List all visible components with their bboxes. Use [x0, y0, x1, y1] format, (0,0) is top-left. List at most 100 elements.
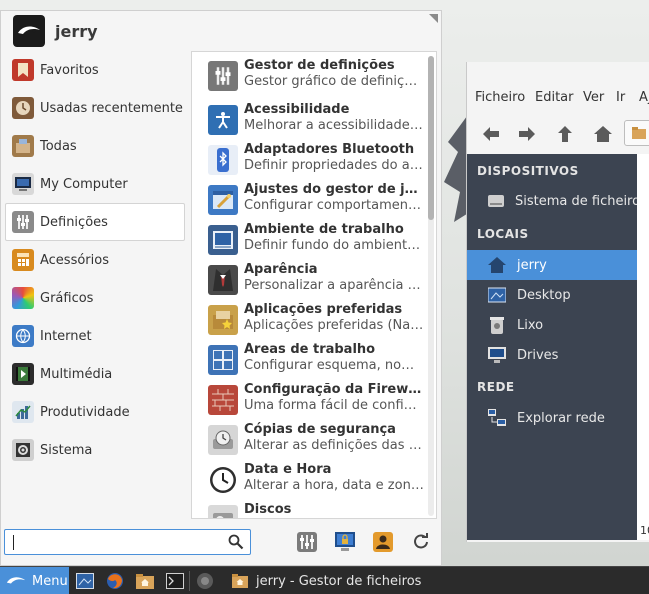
category-productivity[interactable]: Produtividade [5, 393, 185, 431]
menu-ficheiro[interactable]: Ficheiro [475, 90, 525, 105]
launcher-web-browser[interactable] [104, 570, 126, 592]
app-firewall[interactable]: Configuração da Firewall Uma forma fácil … [208, 382, 424, 422]
app-settings-manager[interactable]: Gestor de definições Gestor gráfico de de… [208, 58, 424, 98]
search-input[interactable] [9, 533, 219, 551]
launcher-terminal[interactable] [164, 570, 186, 592]
category-my-computer[interactable]: My Computer [5, 165, 185, 203]
distro-logo-icon [6, 577, 26, 584]
sidebar-item-trash[interactable]: Lixo [467, 310, 637, 340]
app-name: Aparência [244, 262, 318, 277]
network-icon [487, 409, 507, 427]
terminal-icon [166, 573, 184, 589]
sidebar-item-label: Explorar rede [517, 410, 605, 426]
up-arrow-icon[interactable] [553, 122, 577, 146]
sidebar-item-jerry[interactable]: jerry [467, 250, 637, 280]
app-name: Ajustes do gestor de janelas [244, 182, 424, 197]
switch-user-button[interactable] [370, 529, 396, 555]
category-all[interactable]: Todas [5, 127, 185, 165]
app-name: Gestor de definições [244, 58, 395, 73]
sidebar-item-browse-network[interactable]: Explorar rede [467, 403, 637, 433]
menu-ver[interactable]: Ver [583, 90, 604, 105]
workspaces-icon [208, 345, 238, 375]
category-multimedia[interactable]: Multimédia [5, 355, 185, 393]
log-out-button[interactable] [408, 529, 434, 555]
app-name: Discos [244, 502, 292, 517]
app-workspaces[interactable]: Áreas de trabalho Configurar esquema, nom… [208, 342, 424, 382]
menu-button-label: Menu [32, 573, 68, 589]
scrollbar-thumb[interactable] [428, 56, 434, 220]
file-manager-window: Ficheiro Editar Ver Ir Aj DISPOSITIVOS S… [466, 62, 649, 542]
app-bluetooth[interactable]: Adaptadores Bluetooth Definir propriedade… [208, 142, 424, 182]
taskbar-item-file-manager[interactable]: jerry - Gestor de ficheiros [224, 567, 421, 594]
search-icon[interactable] [228, 534, 244, 550]
category-favoritos[interactable]: Favoritos [5, 51, 185, 89]
category-recent[interactable]: Usadas recentemente [5, 89, 185, 127]
bluetooth-icon [208, 145, 238, 175]
sidebar-item-drives[interactable]: Drives [467, 340, 637, 370]
app-description: Configurar comportamento das janelas [244, 198, 424, 213]
app-date-time[interactable]: Data e HoraAlterar a hora, data e zona h… [208, 462, 424, 502]
category-accessories[interactable]: Acessórios [5, 241, 185, 279]
app-list-scrollbar[interactable] [428, 56, 434, 516]
settings-sliders-icon [208, 61, 238, 91]
app-window-tweaks[interactable]: Ajustes do gestor de janelasConfigurar c… [208, 182, 424, 222]
launcher-file-manager[interactable] [134, 570, 156, 592]
system-gear-icon [12, 439, 34, 461]
forward-arrow-icon[interactable] [515, 122, 539, 146]
taskbar-panel: Menu jerry - Gestor de ficheiros [0, 566, 649, 594]
category-settings[interactable]: Definições [5, 203, 185, 241]
resize-corner-icon[interactable] [429, 14, 438, 23]
desktop-settings-icon [208, 225, 238, 255]
search-field[interactable] [4, 529, 251, 555]
globe-icon [12, 325, 34, 347]
appearance-icon [208, 265, 238, 295]
app-name: Ambiente de trabalho [244, 222, 404, 237]
category-graphics[interactable]: Gráficos [5, 279, 185, 317]
settings-sliders-icon [12, 211, 34, 233]
app-disks[interactable]: Discos [208, 502, 424, 518]
media-icon [12, 363, 34, 385]
apps-box-icon [12, 135, 34, 157]
category-system[interactable]: Sistema [5, 431, 185, 469]
sidebar-header-devices: DISPOSITIVOS [477, 164, 579, 178]
category-label: Internet [40, 328, 92, 344]
sidebar-item-filesystem[interactable]: Sistema de ficheiros [467, 186, 647, 216]
user-header: jerry [13, 15, 98, 47]
bookmark-icon [12, 59, 34, 81]
category-internet[interactable]: Internet [5, 317, 185, 355]
sidebar-item-label: Lixo [517, 317, 544, 333]
sidebar-item-desktop[interactable]: Desktop [467, 280, 637, 310]
app-appearance[interactable]: AparênciaPersonalizar a aparência do amb… [208, 262, 424, 302]
palette-icon [12, 287, 34, 309]
lock-screen-button[interactable] [332, 529, 358, 555]
desktop-icon [487, 286, 507, 304]
file-manager-sidebar: DISPOSITIVOS Sistema de ficheiros LOCAIS… [467, 154, 647, 540]
menu-ir[interactable]: Ir [616, 90, 625, 105]
settings-manager-button[interactable] [294, 529, 320, 555]
app-preferred-applications[interactable]: Aplicações preferidas Aplicações preferid… [208, 302, 424, 342]
back-arrow-icon[interactable] [479, 122, 503, 146]
menu-button[interactable]: Menu [0, 567, 69, 594]
app-description: Definir fundo do ambiente de trabalho [244, 238, 424, 253]
category-label: Acessórios [40, 252, 109, 268]
home-icon[interactable] [591, 122, 615, 146]
app-desktop[interactable]: Ambiente de trabalho Definir fundo do amb… [208, 222, 424, 262]
menu-ajuda[interactable]: Aj [639, 90, 649, 105]
file-view-pane[interactable]: 10 [637, 154, 649, 540]
workspace-switcher[interactable] [194, 570, 216, 592]
category-list: Favoritos Usadas recentemente Todas My C… [5, 51, 185, 469]
app-accessibility[interactable]: Acessibilidade Melhorar a acessibilidade … [208, 102, 424, 142]
category-label: Definições [40, 214, 108, 230]
app-backups[interactable]: Cópias de segurança Alterar as definições… [208, 422, 424, 462]
app-description: Configurar esquema, nomes e margens [244, 358, 424, 373]
launcher-desktop[interactable] [74, 570, 96, 592]
path-home-button[interactable] [624, 120, 649, 146]
home-folder-icon [632, 127, 646, 139]
clock-icon [12, 97, 34, 119]
category-label: Gráficos [40, 290, 94, 306]
app-name: Adaptadores Bluetooth [244, 142, 415, 157]
sidebar-item-label: Drives [517, 347, 559, 363]
app-description: Definir propriedades do adaptador Blueto… [244, 158, 424, 173]
app-description: Alterar a hora, data e zona horária [244, 478, 424, 493]
menu-editar[interactable]: Editar [535, 90, 574, 105]
